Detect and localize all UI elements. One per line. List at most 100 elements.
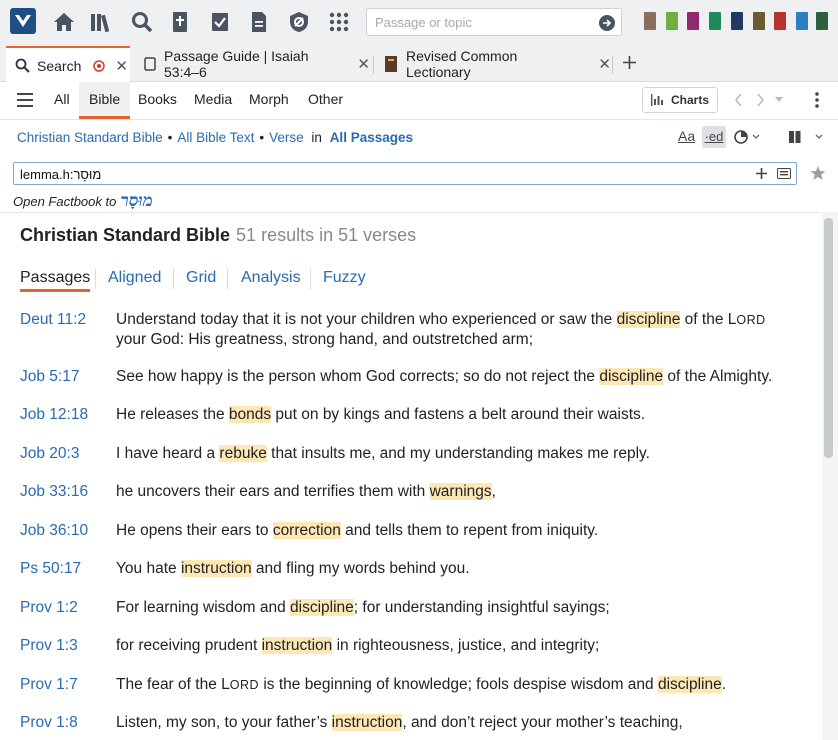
recent-book-icon[interactable] (687, 12, 699, 30)
search-hit[interactable]: instruction (261, 637, 333, 654)
recent-book-icon[interactable] (753, 12, 765, 30)
unit-selector[interactable]: Verse (269, 130, 304, 145)
verse-text: he uncovers their ears and terrifies the… (116, 482, 796, 501)
tab-search[interactable]: Search ✕ (6, 46, 130, 83)
search-hit[interactable]: correction (272, 522, 341, 539)
verse-text-segment: for receiving prudent (116, 637, 262, 654)
search-hit[interactable]: rebuke (219, 445, 267, 462)
verse-text: for receiving prudent instruction in rig… (116, 636, 796, 655)
history-dropdown-icon[interactable] (775, 97, 783, 102)
guides-icon[interactable] (168, 10, 192, 34)
version-selector[interactable]: Christian Standard Bible (17, 130, 163, 145)
verse-text: Understand today that it is not your chi… (116, 310, 796, 349)
verse-reference-link[interactable]: Ps 50:17 (20, 559, 81, 578)
charts-button[interactable]: Charts (642, 87, 718, 113)
view-tab-passages[interactable]: Passages (20, 269, 91, 292)
verse-reference-link[interactable]: Job 20:3 (20, 444, 79, 463)
notes-icon[interactable] (247, 10, 271, 34)
kind-tab-morph[interactable]: Morph (249, 91, 289, 107)
record-icon[interactable] (93, 59, 106, 72)
verse-reference-link[interactable]: Job 12:18 (20, 405, 88, 424)
visual-filter-icon[interactable] (734, 130, 760, 144)
kind-tab-all[interactable]: All (54, 91, 70, 107)
logos-logo-icon[interactable] (10, 8, 36, 34)
search-icon[interactable] (130, 10, 154, 34)
view-tab-divider (95, 269, 96, 289)
panel-layout-icon[interactable] (788, 130, 824, 144)
search-hit[interactable]: instruction (180, 560, 252, 577)
recent-book-icon[interactable] (731, 12, 743, 30)
back-arrow-icon[interactable] (734, 93, 743, 107)
verse-reference-link[interactable]: Prov 1:2 (20, 598, 78, 617)
library-icon[interactable] (90, 10, 114, 34)
search-hit[interactable]: discipline (657, 676, 722, 693)
verse-text-segment: that insults me, and my understanding ma… (266, 445, 650, 462)
verse-reference-link[interactable]: Prov 1:3 (20, 636, 78, 655)
inline-edit-icon[interactable]: ·ed (702, 126, 726, 148)
verse-text: He releases the bonds put on by kings an… (116, 405, 796, 424)
verse-text-segment: He releases the (116, 406, 229, 423)
verse-reference-link[interactable]: Job 33:16 (20, 482, 88, 501)
close-icon[interactable]: ✕ (598, 55, 611, 73)
kind-tab-bible[interactable]: Bible (79, 82, 131, 119)
forward-arrow-icon[interactable] (756, 93, 765, 107)
passage-input[interactable] (367, 9, 587, 35)
tab-passage-guide[interactable]: Passage Guide | Isaiah 53:4–6 ✕ (144, 46, 370, 82)
bar-chart-icon (651, 94, 665, 106)
results-scrollbar[interactable] (822, 212, 838, 740)
search-hit[interactable]: discipline (599, 368, 664, 385)
close-icon[interactable]: ✕ (357, 55, 370, 73)
verse-reference-link[interactable]: Prov 1:7 (20, 675, 78, 694)
separator: • (167, 130, 173, 145)
view-tab-grid[interactable]: Grid (186, 269, 216, 287)
apps-grid-icon[interactable] (327, 10, 351, 34)
kind-tab-media[interactable]: Media (194, 91, 232, 107)
recent-book-icon[interactable] (644, 12, 656, 30)
view-tab-analysis[interactable]: Analysis (241, 269, 301, 287)
verse-reference-link[interactable]: Job 36:10 (20, 521, 88, 540)
passage-search-box (366, 8, 622, 36)
scope-selector[interactable]: All Bible Text (177, 130, 254, 145)
view-tab-fuzzy[interactable]: Fuzzy (323, 269, 366, 287)
factbook-link[interactable]: Open Factbook to מוּסָר (13, 191, 153, 211)
scrollbar-thumb[interactable] (824, 218, 833, 458)
view-tab-aligned[interactable]: Aligned (108, 269, 161, 287)
search-hit[interactable]: instruction (331, 714, 403, 731)
tab-lectionary[interactable]: Revised Common Lectionary ✕ (385, 46, 611, 82)
range-selector[interactable]: All Passages (330, 130, 413, 145)
results-header: Christian Standard Bible 51 results in 51… (20, 225, 416, 246)
verse-reference-link[interactable]: Job 5:17 (20, 367, 79, 386)
recent-book-icon[interactable] (709, 12, 721, 30)
home-icon[interactable] (52, 10, 76, 34)
kind-tab-other[interactable]: Other (308, 91, 343, 107)
kind-tab-books[interactable]: Books (138, 91, 177, 107)
verse-text: I have heard a rebuke that insults me, a… (116, 444, 796, 463)
text-format-icon[interactable]: Aa (678, 128, 695, 144)
small-caps-text: ORD (229, 678, 260, 692)
recent-book-icon[interactable] (666, 12, 678, 30)
tools-icon[interactable] (287, 10, 311, 34)
add-tab-icon[interactable] (622, 55, 637, 70)
search-hit[interactable]: discipline (290, 599, 354, 616)
menu-icon[interactable] (17, 93, 33, 107)
star-icon[interactable] (810, 165, 826, 181)
verse-text-segment: put on by kings and fastens a belt aroun… (271, 406, 646, 423)
add-term-icon[interactable] (755, 167, 768, 180)
documents-icon[interactable] (208, 10, 232, 34)
close-icon[interactable]: ✕ (115, 57, 128, 75)
verse-reference-link[interactable]: Deut 11:2 (20, 310, 86, 329)
verse-reference-link[interactable]: Prov 1:8 (20, 713, 78, 732)
search-hit[interactable]: discipline (616, 311, 681, 328)
book-cover-icon (385, 56, 397, 72)
search-input[interactable] (20, 165, 720, 183)
more-options-icon[interactable] (815, 92, 819, 108)
recent-book-icon[interactable] (796, 12, 808, 30)
search-hit[interactable]: bonds (228, 406, 272, 423)
factbook-word[interactable]: מוּסָר (120, 191, 152, 211)
recent-book-icon[interactable] (816, 12, 828, 30)
view-tab-divider (173, 269, 174, 289)
keyboard-icon[interactable] (777, 168, 791, 179)
go-arrow-icon[interactable] (599, 15, 615, 31)
recent-book-icon[interactable] (774, 12, 786, 30)
search-hit[interactable]: warnings (429, 483, 492, 500)
